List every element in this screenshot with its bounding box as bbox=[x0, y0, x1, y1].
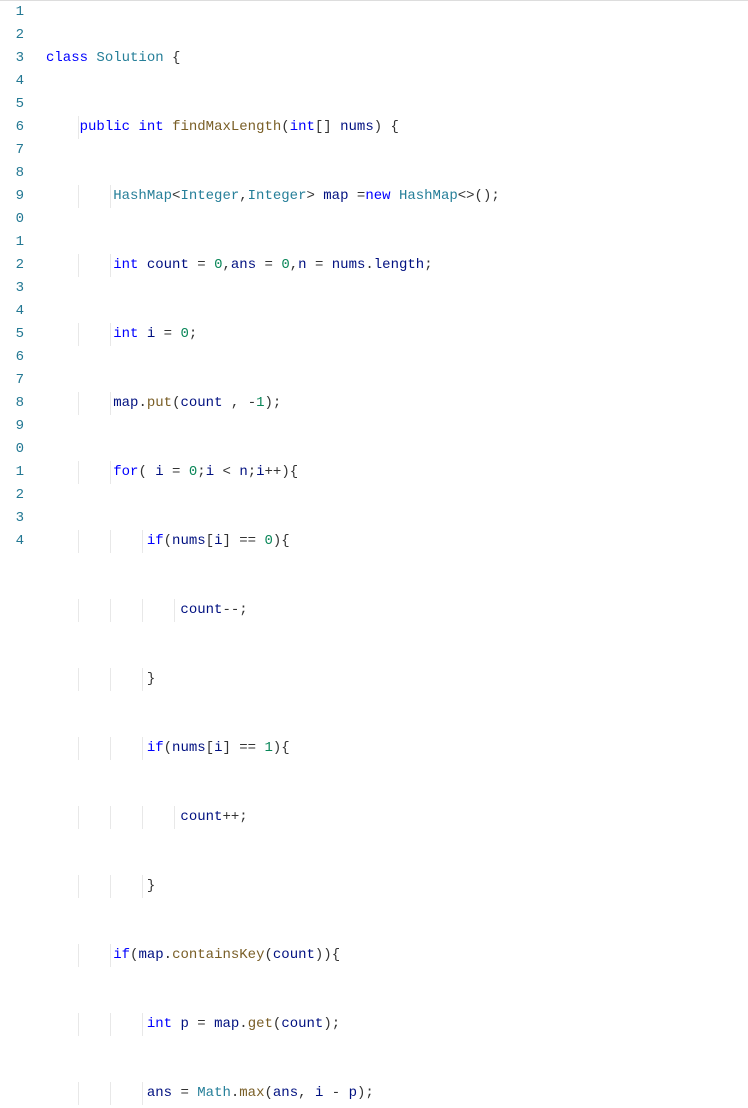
line-number: 3 bbox=[0, 47, 24, 70]
code-line[interactable]: HashMap<Integer,Integer> map =new HashMa… bbox=[32, 185, 748, 208]
line-number: 0 bbox=[0, 208, 24, 231]
line-number: 7 bbox=[0, 369, 24, 392]
line-number: 2 bbox=[0, 254, 24, 277]
code-line[interactable]: if(nums[i] == 0){ bbox=[32, 530, 748, 553]
code-line[interactable]: } bbox=[32, 668, 748, 691]
line-number: 4 bbox=[0, 70, 24, 93]
line-number: 2 bbox=[0, 484, 24, 507]
code-line[interactable]: for( i = 0;i < n;i++){ bbox=[32, 461, 748, 484]
code-line[interactable]: } bbox=[32, 875, 748, 898]
line-number: 5 bbox=[0, 93, 24, 116]
code-area[interactable]: class Solution { public int findMaxLengt… bbox=[32, 1, 748, 1108]
line-number: 4 bbox=[0, 530, 24, 553]
line-number: 8 bbox=[0, 162, 24, 185]
line-number: 3 bbox=[0, 277, 24, 300]
line-number: 4 bbox=[0, 300, 24, 323]
code-line[interactable]: int count = 0,ans = 0,n = nums.length; bbox=[32, 254, 748, 277]
code-line[interactable]: class Solution { bbox=[32, 47, 748, 70]
line-number: 9 bbox=[0, 415, 24, 438]
line-number-gutter: 1 2 3 4 5 6 7 8 9 0 1 2 3 4 5 6 7 8 9 0 … bbox=[0, 1, 32, 1108]
code-editor[interactable]: 1 2 3 4 5 6 7 8 9 0 1 2 3 4 5 6 7 8 9 0 … bbox=[0, 0, 748, 1108]
line-number: 6 bbox=[0, 346, 24, 369]
line-number: 1 bbox=[0, 231, 24, 254]
code-line[interactable]: count++; bbox=[32, 806, 748, 829]
line-number: 7 bbox=[0, 139, 24, 162]
line-number: 2 bbox=[0, 24, 24, 47]
code-line[interactable]: ans = Math.max(ans, i - p); bbox=[32, 1082, 748, 1105]
code-line[interactable]: public int findMaxLength(int[] nums) { bbox=[32, 116, 748, 139]
code-line[interactable]: count--; bbox=[32, 599, 748, 622]
line-number: 0 bbox=[0, 438, 24, 461]
code-line[interactable]: if(map.containsKey(count)){ bbox=[32, 944, 748, 967]
code-line[interactable]: if(nums[i] == 1){ bbox=[32, 737, 748, 760]
line-number: 6 bbox=[0, 116, 24, 139]
code-line[interactable]: int p = map.get(count); bbox=[32, 1013, 748, 1036]
line-number: 9 bbox=[0, 185, 24, 208]
code-line[interactable]: int i = 0; bbox=[32, 323, 748, 346]
line-number: 1 bbox=[0, 461, 24, 484]
line-number: 1 bbox=[0, 1, 24, 24]
line-number: 3 bbox=[0, 507, 24, 530]
line-number: 8 bbox=[0, 392, 24, 415]
code-line[interactable]: map.put(count , -1); bbox=[32, 392, 748, 415]
line-number: 5 bbox=[0, 323, 24, 346]
